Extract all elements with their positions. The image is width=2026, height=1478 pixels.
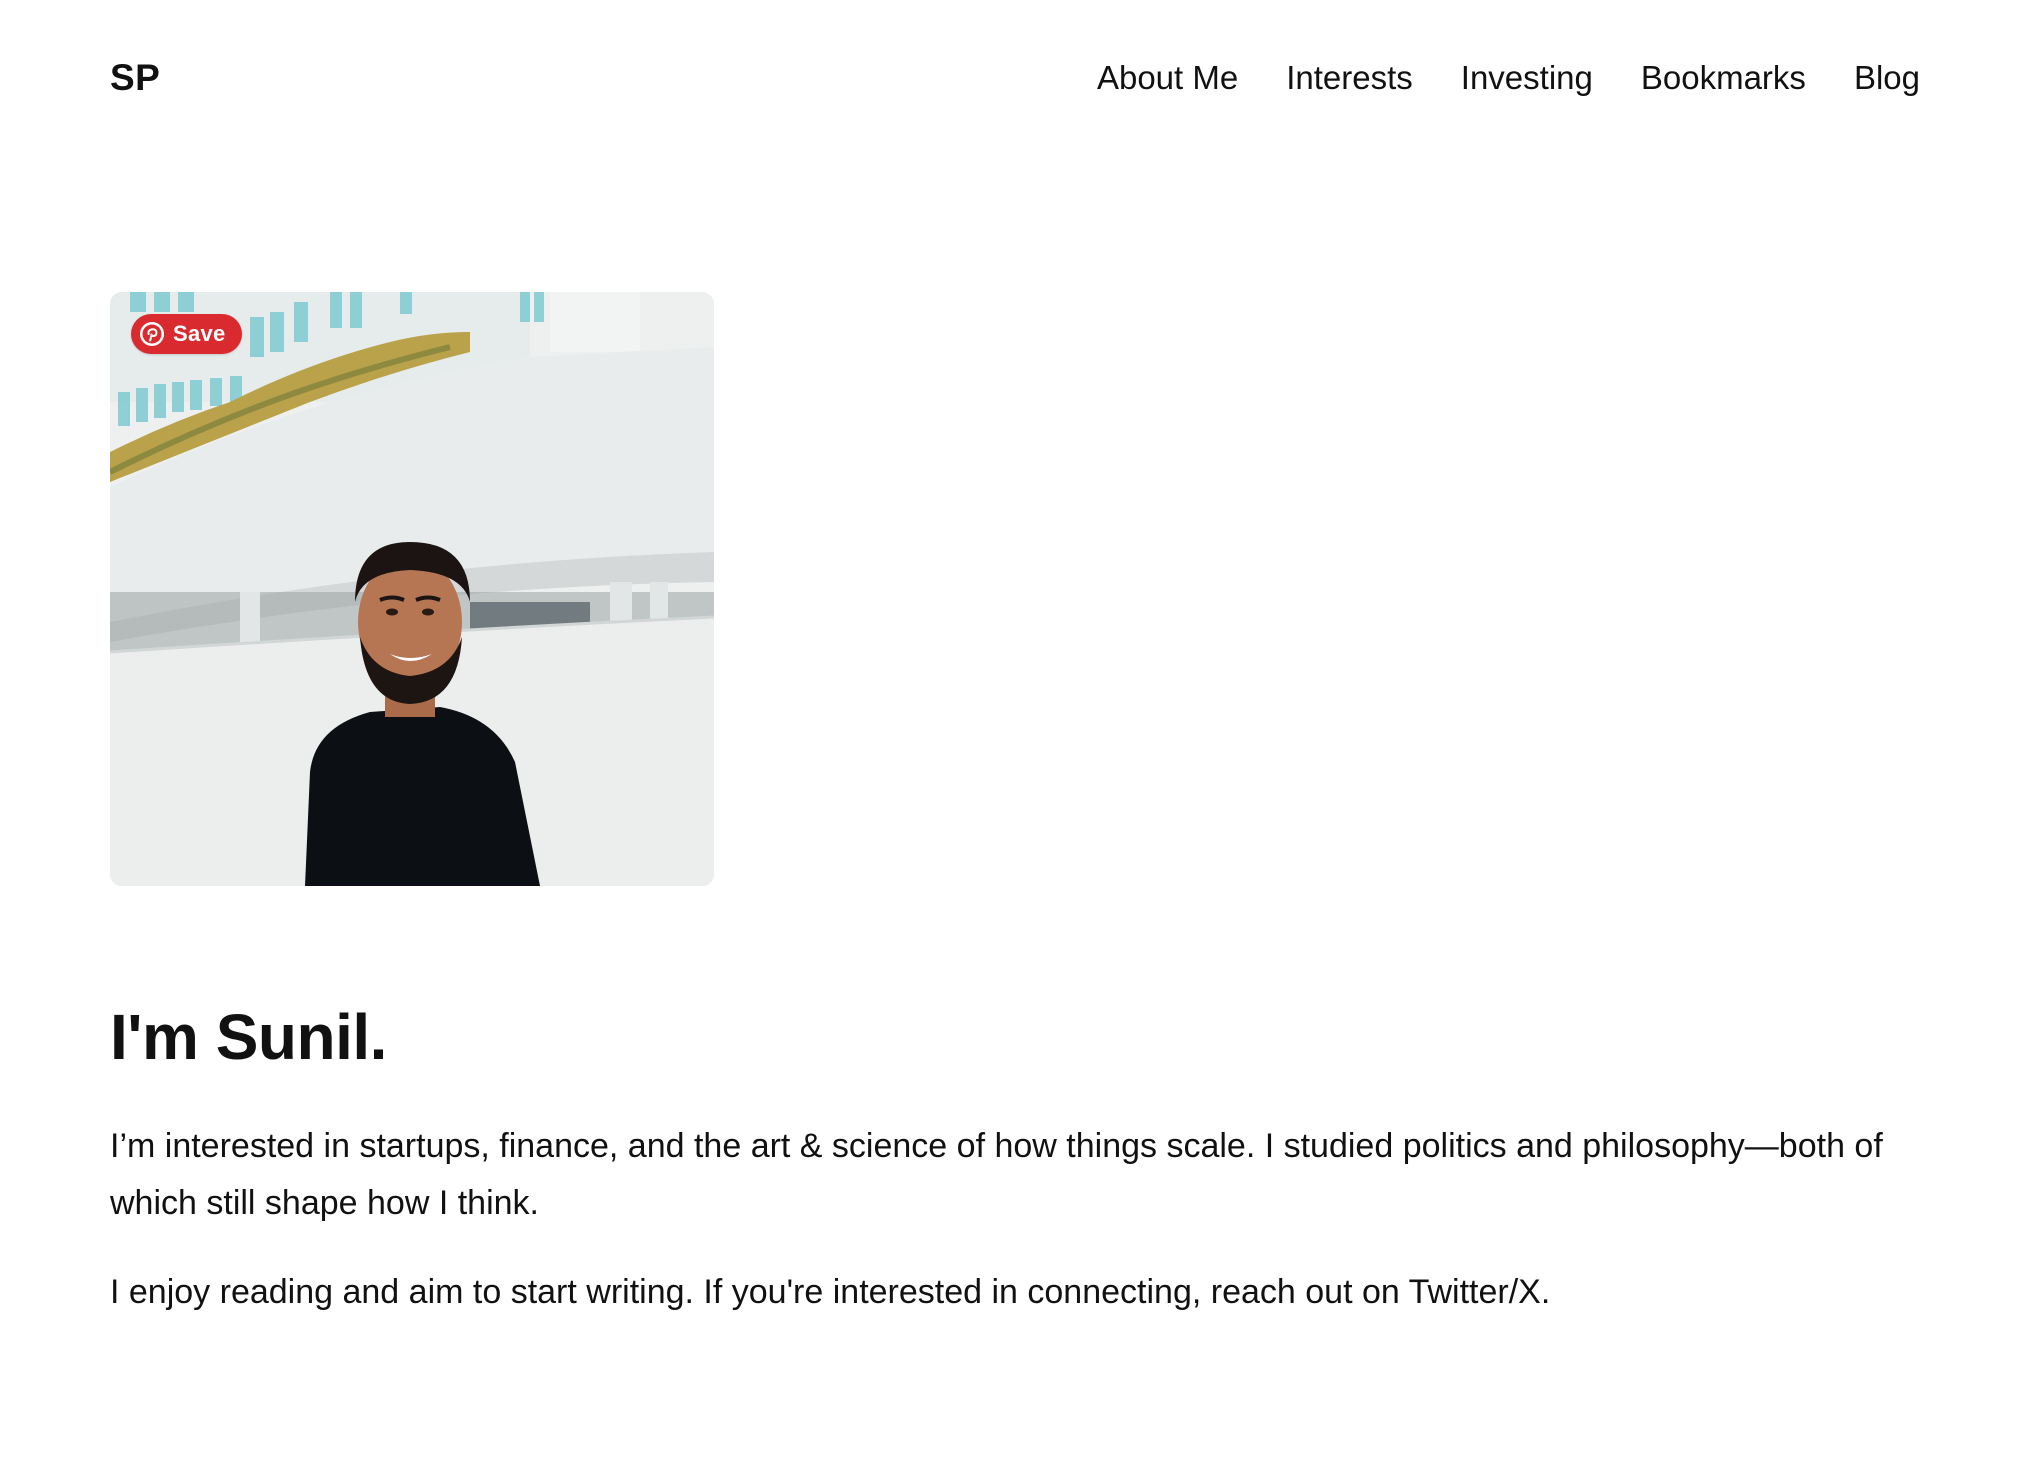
pinterest-icon <box>140 322 164 346</box>
main-nav: About Me Interests Investing Bookmarks B… <box>1097 59 1920 97</box>
pinterest-save-button[interactable]: Save <box>131 314 242 354</box>
nav-link-interests[interactable]: Interests <box>1286 59 1413 97</box>
save-label: Save <box>173 321 226 346</box>
profile-photo: Save <box>110 292 714 886</box>
page: SP About Me Interests Investing Bookmark… <box>0 0 2026 1478</box>
nav-link-about-me[interactable]: About Me <box>1097 59 1238 97</box>
nav-link-investing[interactable]: Investing <box>1461 59 1593 97</box>
profile-photo-illustration <box>110 292 714 886</box>
nav-link-bookmarks[interactable]: Bookmarks <box>1641 59 1806 97</box>
nav-link-blog[interactable]: Blog <box>1854 59 1920 97</box>
intro-paragraph: I’m interested in startups, finance, and… <box>110 1127 1883 1222</box>
page-title: I'm Sunil. <box>110 1001 387 1073</box>
contact-paragraph: I enjoy reading and aim to start writing… <box>110 1273 1551 1311</box>
site-logo[interactable]: SP <box>110 57 160 99</box>
site-header: SP About Me Interests Investing Bookmark… <box>110 50 1920 106</box>
